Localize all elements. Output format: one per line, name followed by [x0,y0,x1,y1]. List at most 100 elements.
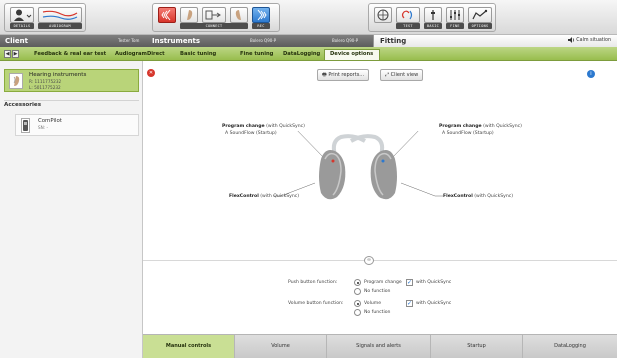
tab-volume[interactable]: Volume [235,335,327,358]
basic-slider-icon [431,10,435,20]
test-strip: TEST [396,23,420,29]
compilot-name: ComPilot [38,118,62,124]
volume-no-function-label: No function [364,310,391,315]
nav-forward-button[interactable]: ▶ [12,50,19,58]
nav-item-basic-tuning[interactable]: Basic tuning [180,47,216,61]
arrow-right-icon: ▶ [13,51,18,57]
calm-situation-label: Calm situation [576,38,611,43]
print-reports-button[interactable]: 🖶 Print reports... [317,69,370,81]
client-name: Tester Tom [118,38,140,43]
tab-signals-and-alerts[interactable]: Signals and alerts [327,335,431,358]
nav-back-button[interactable]: ◀ [4,50,11,58]
rec-strip: REC [252,23,270,29]
fine-strip: FINE [446,23,464,29]
push-program-change-label: Program change [364,280,402,285]
link-devices-button[interactable] [202,7,226,23]
globe-button[interactable] [374,7,392,23]
right-program-change-label: Program change (with QuickSync) [439,124,522,129]
volume-button-function-label: Volume button function: [288,301,344,306]
right-ear-icon [257,9,267,21]
fitting-nav-bar: ◀ ▶ Feedback & real ear test AudiogramDi… [0,47,617,61]
volume-quicksync-checkbox[interactable]: ✓ [406,300,413,307]
sidebar-divider [4,100,139,101]
volume-volume-radio[interactable] [354,300,361,307]
instrument-left-model: Bolero Q90-P [250,38,277,43]
serial-right: R: 1111775232 [29,79,62,84]
basic-button[interactable] [424,7,442,23]
options-divider [143,260,617,261]
client-section-title[interactable]: Client [5,35,28,47]
client-view-icon: ⤢ [385,72,390,78]
tab-startup[interactable]: Startup [431,335,523,358]
globe-icon [377,9,389,21]
compilot-thumbnail [21,118,30,133]
left-instrument-button[interactable] [180,7,198,23]
left-side-indicator-icon[interactable]: ✕ [147,69,155,77]
left-device-button[interactable] [158,7,176,23]
audiogram-button[interactable] [38,7,82,23]
audiogram-strip: AUDIOGRAM [38,23,82,29]
hearing-instruments-item[interactable]: Hearing instruments R: 1111775232 L: 501… [4,69,139,92]
instruments-section-title[interactable]: Instruments [152,35,200,47]
push-button-function-label: Push button function: [288,280,338,285]
left-ear-icon [161,9,171,21]
compilot-serial: SN: - [38,125,49,130]
volume-volume-label: Volume [364,301,382,306]
main-toolbar: DETAILS AUDIOGRAM CONNECT REC TEST BASIC… [0,0,617,35]
fitting-tab[interactable]: Fitting Calm situation [373,35,617,47]
audiogram-icon [42,10,78,20]
person-icon [14,9,32,21]
options-button[interactable] [468,7,492,23]
hearing-aids-illustration [273,131,443,200]
serial-left: L: 5011775232 [29,85,61,90]
right-program-soundflow: A SoundFlow (Startup) [442,131,494,136]
compilot-item[interactable]: ComPilot SN: - [15,114,139,136]
nav-item-audiogramdirect[interactable]: AudiogramDirect [115,47,165,61]
tab-manual-controls[interactable]: Manual controls [143,335,235,358]
fitting-section-title: Fitting [380,37,407,45]
right-instrument-button[interactable] [230,7,248,23]
right-side-indicator-icon[interactable]: i [587,70,595,78]
fitting-toolbar-group: TEST BASIC FINE OPTIONS [368,3,496,32]
right-flexcontrol-label: FlexControl (with QuickSync) [443,194,514,199]
nav-item-datalogging[interactable]: DataLogging [283,47,320,61]
right-device-button[interactable] [252,7,270,23]
options-icon [472,9,488,20]
section-header-bar: Client Tester Tom Instruments Bolero Q90… [0,35,617,47]
speaker-icon [567,36,574,43]
left-flexcontrol-label: FlexControl (with QuickSync) [229,194,300,199]
push-no-function-radio[interactable] [354,288,361,295]
compilot-device-icon [23,120,28,131]
volume-quicksync-label: with QuickSync [416,301,452,306]
test-button[interactable] [396,7,420,23]
nav-item-feedback[interactable]: Feedback & real ear test [34,47,106,61]
client-view-label: Client view [390,72,419,78]
printer-icon: 🖶 [322,72,327,78]
device-options-panel: ✕ i 🖶 Print reports... ⤢ Client view Pro… [143,61,617,334]
link-icon[interactable]: ∞ [364,256,374,265]
instrument-right-model: Bolero Q90-P [332,38,359,43]
print-reports-label: Print reports... [328,72,365,78]
fine-button[interactable] [446,7,464,23]
client-details-button[interactable] [10,7,34,23]
connect-strip: CONNECT [180,23,248,29]
basic-strip: BASIC [424,23,442,29]
ear-test-icon [401,10,413,20]
connect-icon [205,10,221,20]
push-program-change-radio[interactable] [354,279,361,286]
details-strip: DETAILS [10,23,34,29]
nav-item-fine-tuning[interactable]: Fine tuning [240,47,273,61]
volume-no-function-radio[interactable] [354,309,361,316]
fine-sliders-icon [450,10,460,20]
hearing-aid-right-icon [235,10,241,20]
client-view-button[interactable]: ⤢ Client view [380,69,424,81]
push-quicksync-checkbox[interactable]: ✓ [406,279,413,286]
accessories-heading: Accessories [4,102,42,108]
connect-toolbar-group: CONNECT REC [152,3,280,32]
calm-situation-indicator[interactable]: Calm situation [567,35,611,47]
device-options-tabs: Manual controls Volume Signals and alert… [143,334,617,358]
hearing-aid-icon [13,76,20,86]
push-no-function-label: No function [364,289,391,294]
nav-item-device-options[interactable]: Device options [330,47,373,61]
tab-datalogging[interactable]: DataLogging [523,335,617,358]
